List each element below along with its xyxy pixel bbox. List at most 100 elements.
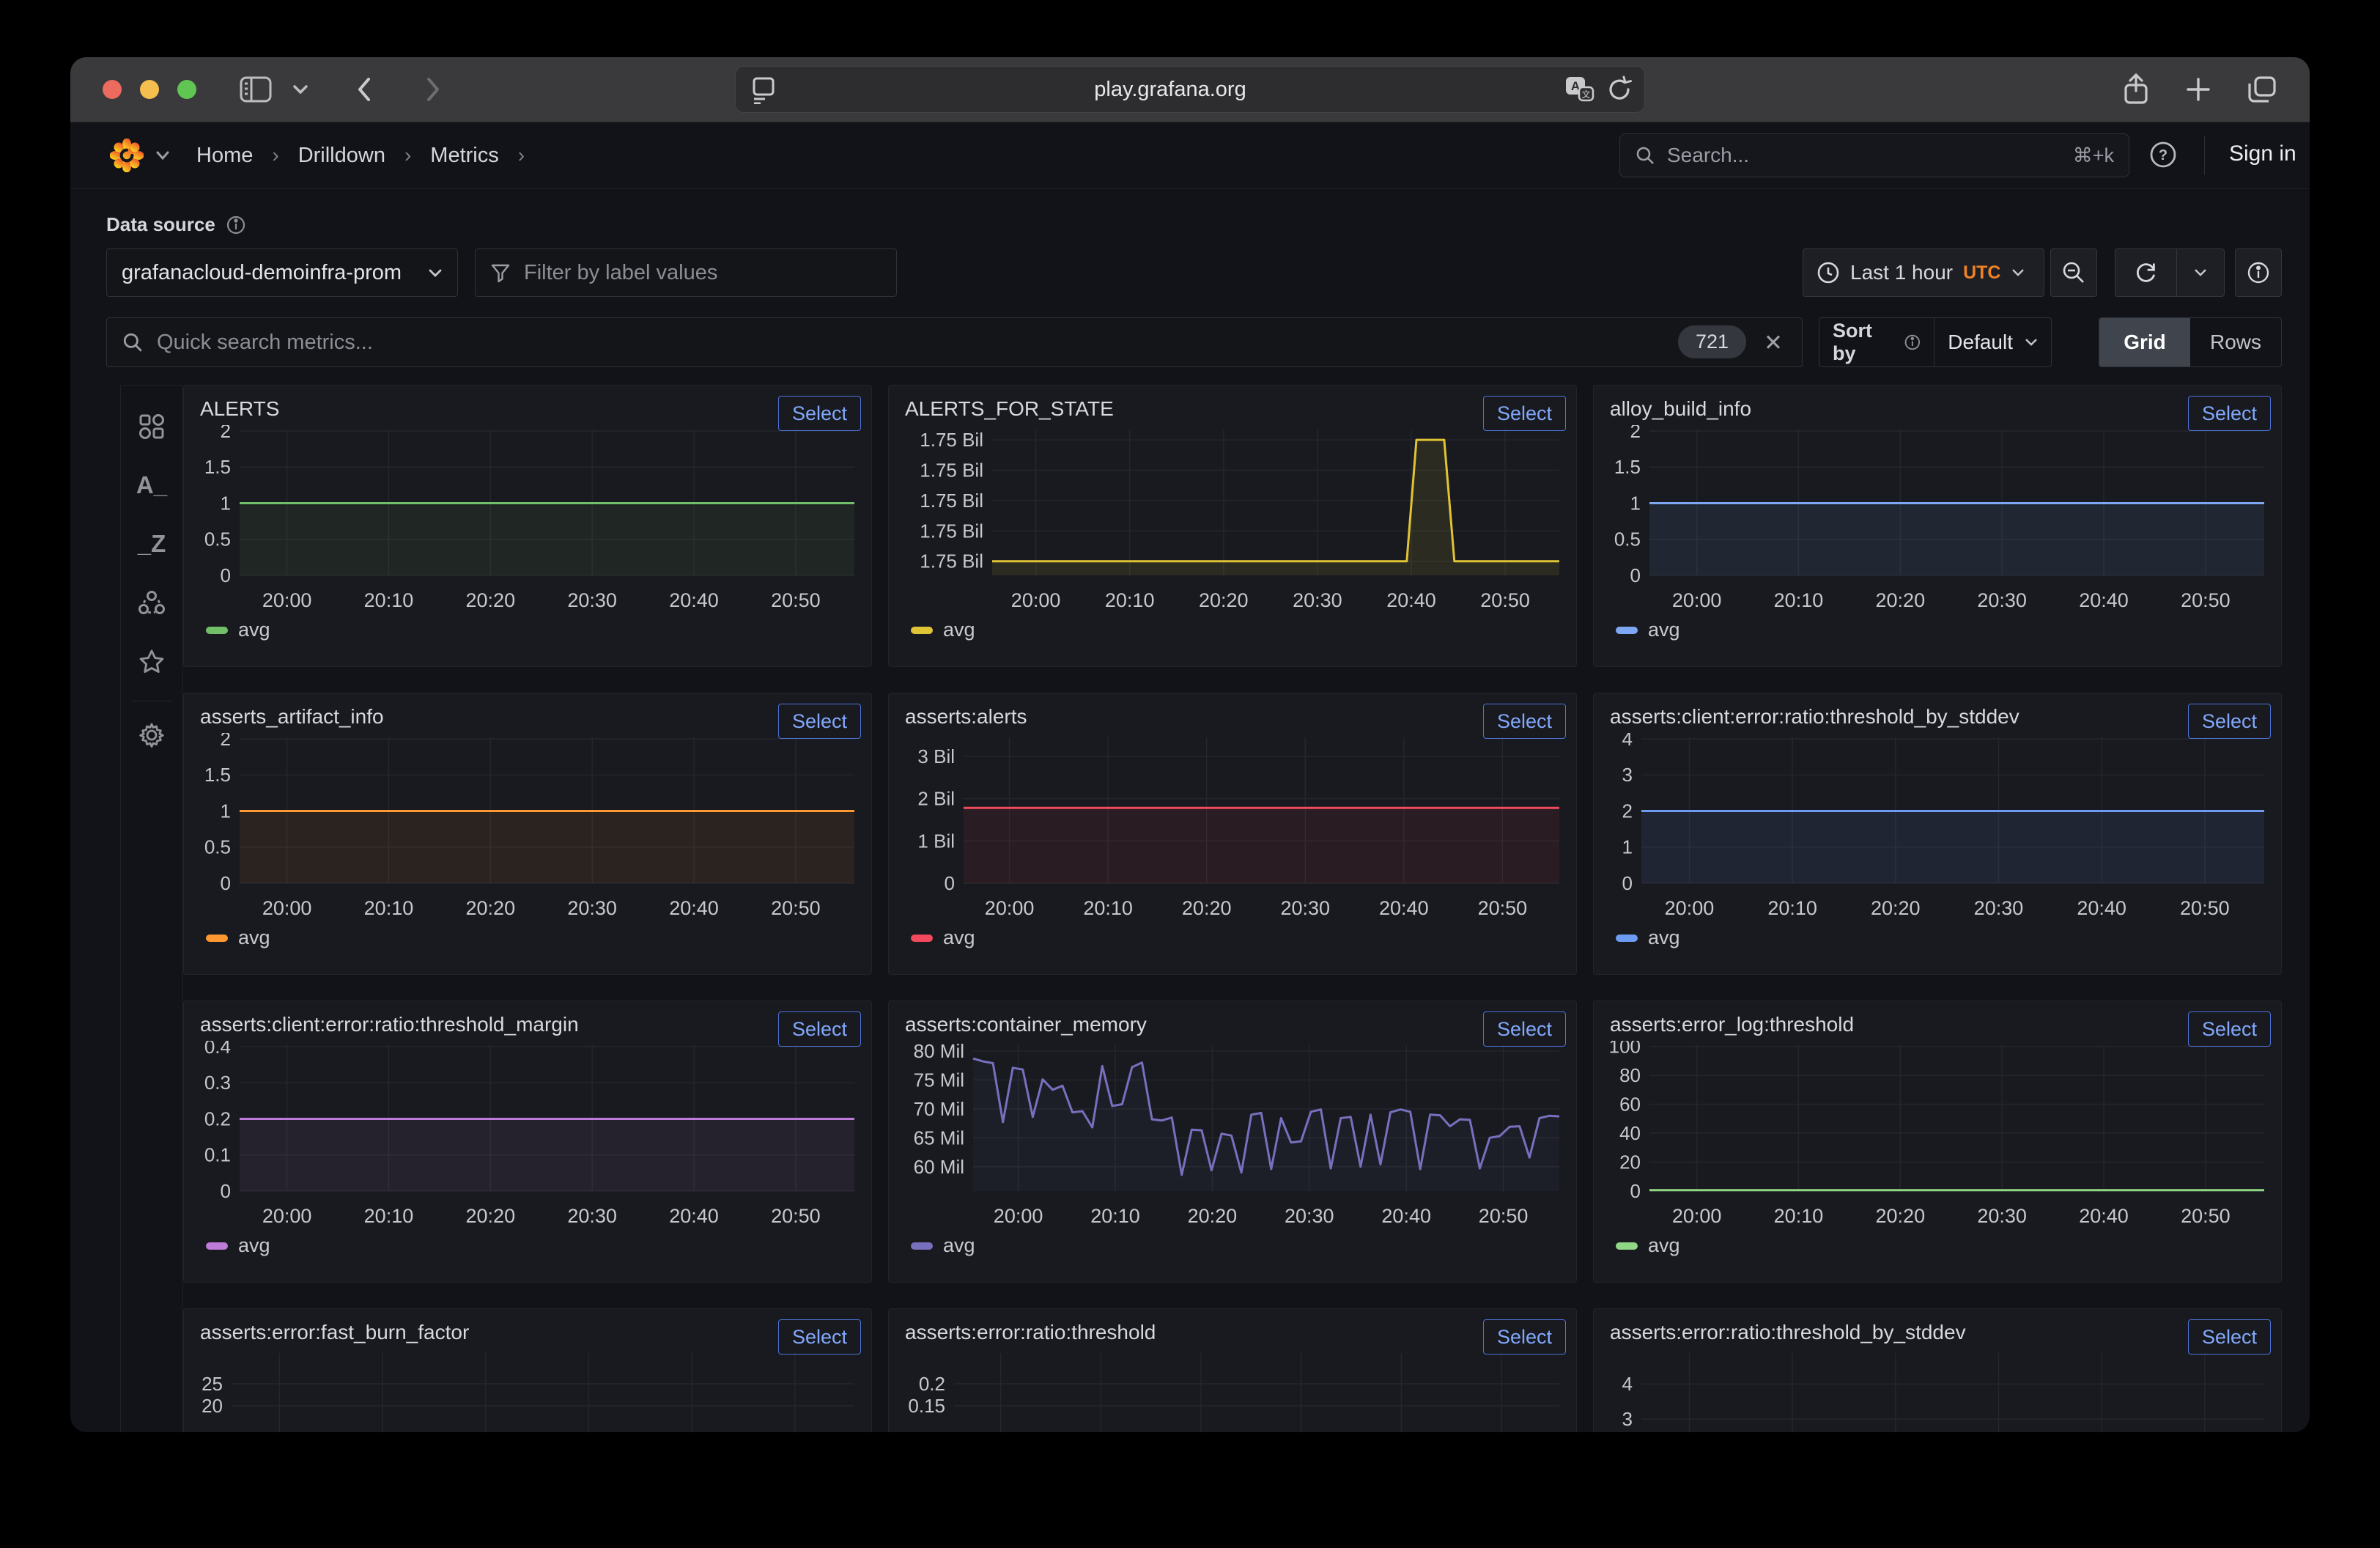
breadcrumb-separator: › — [404, 144, 411, 167]
select-button[interactable]: Select — [2188, 1319, 2271, 1354]
tab-overview-icon[interactable] — [2247, 75, 2277, 104]
svg-text:20:20: 20:20 — [1199, 589, 1249, 611]
sidebar-sort-za-button[interactable]: _Z — [138, 520, 166, 567]
select-button[interactable]: Select — [778, 704, 861, 739]
reader-view-icon[interactable] — [750, 75, 777, 104]
legend-label: avg — [943, 1234, 975, 1257]
close-window-button[interactable] — [103, 80, 122, 99]
info-button[interactable] — [2235, 248, 2282, 297]
select-button[interactable]: Select — [1483, 396, 1566, 431]
datasource-value: grafanacloud-demoinfra-prom — [122, 261, 402, 285]
reload-icon[interactable] — [1606, 75, 1633, 103]
refresh-button[interactable] — [2115, 249, 2176, 296]
svg-text:20:20: 20:20 — [466, 1205, 516, 1227]
svg-text:20:30: 20:30 — [1280, 897, 1330, 919]
info-icon[interactable] — [226, 215, 246, 235]
breadcrumb-home[interactable]: Home — [196, 144, 253, 168]
view-rows-button[interactable]: Rows — [2190, 318, 2281, 366]
search-shortcut: ⌘+k — [2073, 144, 2114, 167]
global-search-input[interactable]: Search... ⌘+k — [1619, 133, 2129, 177]
grafana-logo[interactable] — [110, 139, 170, 172]
svg-text:80: 80 — [1619, 1064, 1641, 1086]
select-button[interactable]: Select — [2188, 396, 2271, 431]
svg-text:1.5: 1.5 — [1614, 456, 1641, 478]
svg-text:20:30: 20:30 — [567, 1205, 617, 1227]
select-button[interactable]: Select — [778, 396, 861, 431]
svg-text:1.75 Bil: 1.75 Bil — [920, 490, 983, 512]
refresh-interval-dropdown[interactable] — [2176, 249, 2224, 296]
zoom-out-icon — [2061, 260, 2086, 285]
select-button[interactable]: Select — [1483, 1011, 1566, 1047]
svg-text:20:10: 20:10 — [1774, 1205, 1824, 1227]
select-button[interactable]: Select — [778, 1011, 861, 1047]
svg-text:0.5: 0.5 — [204, 528, 231, 550]
sidebar-toggle-icon[interactable] — [239, 75, 273, 104]
select-button[interactable]: Select — [1483, 704, 1566, 739]
select-button[interactable]: Select — [778, 1319, 861, 1354]
panel-title: ALERTS — [184, 386, 871, 421]
sort-by-value: Default — [1948, 331, 2013, 354]
zoom-window-button[interactable] — [177, 80, 196, 99]
legend-swatch — [206, 627, 228, 634]
svg-text:0: 0 — [1630, 564, 1641, 586]
svg-text:20:00: 20:00 — [994, 1205, 1043, 1227]
filter-placeholder: Filter by label values — [524, 261, 717, 285]
svg-text:20:30: 20:30 — [1974, 897, 2024, 919]
legend: avg — [911, 1234, 1576, 1257]
select-button[interactable]: Select — [1483, 1319, 1566, 1354]
svg-text:65 Mil: 65 Mil — [914, 1127, 964, 1149]
panel-title: asserts:error:fast_burn_factor — [184, 1309, 871, 1344]
datasource-label: Data source — [106, 213, 215, 236]
address-bar[interactable]: play.grafana.org A 文 — [735, 66, 1645, 113]
help-icon[interactable]: ? — [2148, 140, 2178, 173]
panel-chart: 20:0020:1020:2020:3020:4020:5043 — [1606, 1349, 2269, 1432]
sidebar-sort-az-button[interactable]: A_ — [136, 462, 167, 509]
quick-search-input[interactable]: Quick search metrics... 721 ✕ — [106, 317, 1803, 367]
metric-panel: ALERTS Select 20:0020:1020:2020:3020:402… — [183, 385, 872, 667]
datasource-select[interactable]: grafanacloud-demoinfra-prom — [106, 248, 458, 297]
view-grid-button[interactable]: Grid — [2099, 318, 2190, 366]
legend-swatch — [911, 627, 933, 634]
svg-text:20:00: 20:00 — [262, 1205, 312, 1227]
sort-by-select[interactable]: Default — [1934, 318, 2051, 366]
svg-text:20:30: 20:30 — [1977, 589, 2027, 611]
panel-chart: 20:0020:1020:2020:3020:4020:500.40.30.20… — [196, 1041, 859, 1230]
new-tab-icon[interactable] — [2185, 76, 2211, 103]
select-button[interactable]: Select — [2188, 704, 2271, 739]
sidebar-groups-button[interactable] — [138, 579, 166, 626]
url-text[interactable]: play.grafana.org — [777, 78, 1564, 102]
svg-text:20:20: 20:20 — [1182, 897, 1232, 919]
minimize-window-button[interactable] — [140, 80, 159, 99]
svg-text:20:40: 20:40 — [2077, 897, 2126, 919]
svg-text:20:50: 20:50 — [771, 897, 821, 919]
clear-search-icon[interactable]: ✕ — [1764, 330, 1783, 356]
sidebar-favorites-button[interactable] — [138, 638, 165, 685]
select-button[interactable]: Select — [2188, 1011, 2271, 1047]
breadcrumb-metrics[interactable]: Metrics — [430, 144, 498, 168]
svg-text:0: 0 — [945, 872, 955, 894]
svg-text:20: 20 — [202, 1395, 223, 1417]
svg-text:20:10: 20:10 — [364, 589, 414, 611]
browser-titlebar: play.grafana.org A 文 — [70, 57, 2310, 122]
translate-icon[interactable]: A 文 — [1564, 75, 1594, 104]
share-icon[interactable] — [2122, 73, 2150, 106]
breadcrumb-drilldown[interactable]: Drilldown — [298, 144, 385, 168]
back-button[interactable] — [356, 76, 372, 103]
svg-text:20:50: 20:50 — [2181, 1205, 2231, 1227]
zoom-out-button[interactable] — [2050, 248, 2097, 297]
info-icon[interactable] — [1904, 333, 1921, 352]
label-filter-input[interactable]: Filter by label values — [475, 248, 897, 297]
forward-button[interactable] — [425, 76, 441, 103]
svg-text:1.5: 1.5 — [204, 456, 231, 478]
svg-text:60: 60 — [1619, 1094, 1641, 1116]
svg-text:20:20: 20:20 — [1876, 1205, 1926, 1227]
sidebar-settings-button[interactable] — [138, 712, 165, 759]
info-icon — [2246, 260, 2271, 285]
sign-in-button[interactable]: Sign in — [2229, 141, 2296, 166]
time-range-picker[interactable]: Last 1 hour UTC — [1803, 248, 2044, 297]
chevron-down-icon[interactable] — [292, 84, 309, 95]
view-mode-toggle: Grid Rows — [2099, 317, 2282, 367]
sidebar-prefix-filter-button[interactable] — [138, 403, 166, 450]
panel-title: asserts:client:error:ratio:threshold_by_… — [1594, 693, 2281, 729]
svg-text:75 Mil: 75 Mil — [914, 1069, 964, 1091]
